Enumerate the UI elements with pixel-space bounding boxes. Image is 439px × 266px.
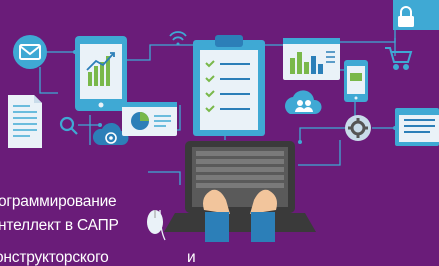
tablet-chart-icon — [75, 36, 127, 111]
pie-chart-window-icon — [122, 102, 177, 136]
lock-icon — [393, 0, 439, 30]
envelope-icon — [13, 35, 47, 69]
laptop-icon — [164, 141, 316, 232]
caption-line-1: ограммирование — [0, 193, 117, 210]
clipboard-checklist-icon — [193, 35, 265, 136]
bar-chart-window-icon — [283, 38, 340, 80]
caption-line-3: онструкторского — [0, 249, 109, 266]
smartphone-icon — [344, 60, 368, 102]
browser-window-icon — [395, 108, 439, 146]
caption-line-2: нтеллект в САПР — [0, 217, 119, 234]
document-icon — [8, 95, 42, 148]
caption-line-4: и — [187, 249, 196, 266]
gear-icon — [345, 115, 371, 141]
